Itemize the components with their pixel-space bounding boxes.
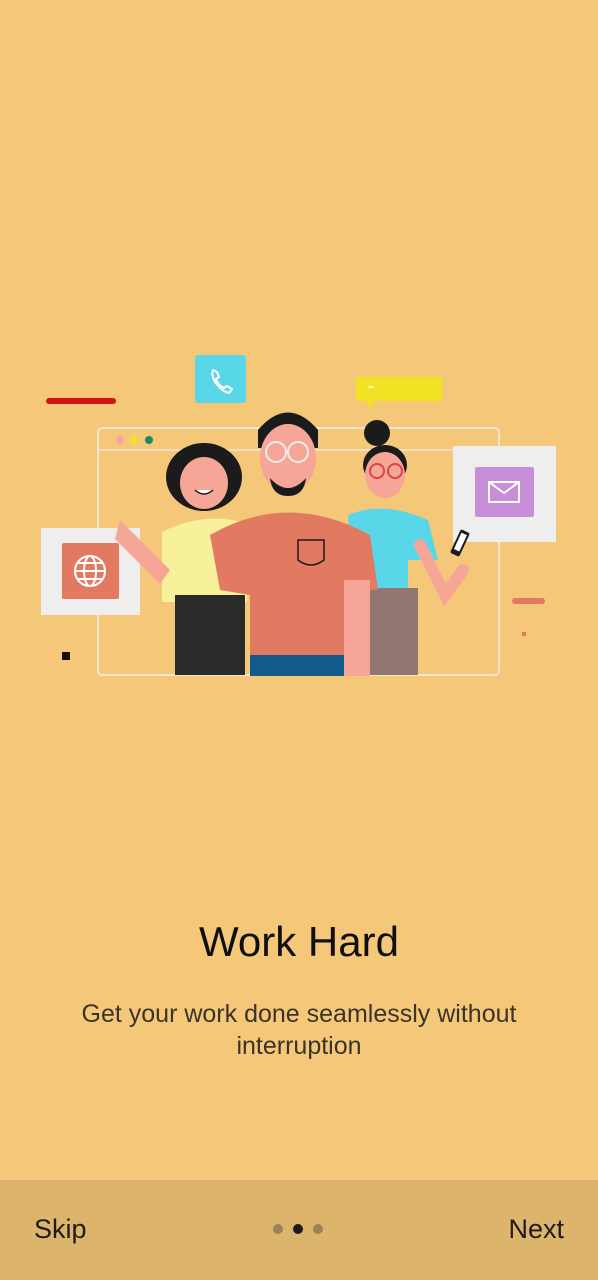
speech-bubble-icon (356, 377, 442, 409)
team-illustration (41, 355, 556, 676)
onboarding-screen: Work Hard Get your work done seamlessly … (0, 0, 598, 1280)
page-dot-3 (313, 1224, 323, 1234)
phone-icon (195, 355, 246, 403)
decor-black-square (62, 652, 70, 660)
page-indicator (273, 1224, 323, 1234)
mail-icon (453, 446, 556, 542)
bottom-navigation-bar: Skip Next (0, 1180, 598, 1280)
skip-button[interactable]: Skip (34, 1214, 87, 1245)
decor-salmon-line (512, 598, 545, 604)
onboarding-subtitle: Get your work done seamlessly without in… (81, 1000, 517, 1060)
onboarding-title: Work Hard (199, 918, 399, 965)
page-dot-2-active (293, 1224, 303, 1234)
decor-red-line (46, 398, 116, 404)
page-dot-1 (273, 1224, 283, 1234)
next-button[interactable]: Next (508, 1214, 564, 1245)
